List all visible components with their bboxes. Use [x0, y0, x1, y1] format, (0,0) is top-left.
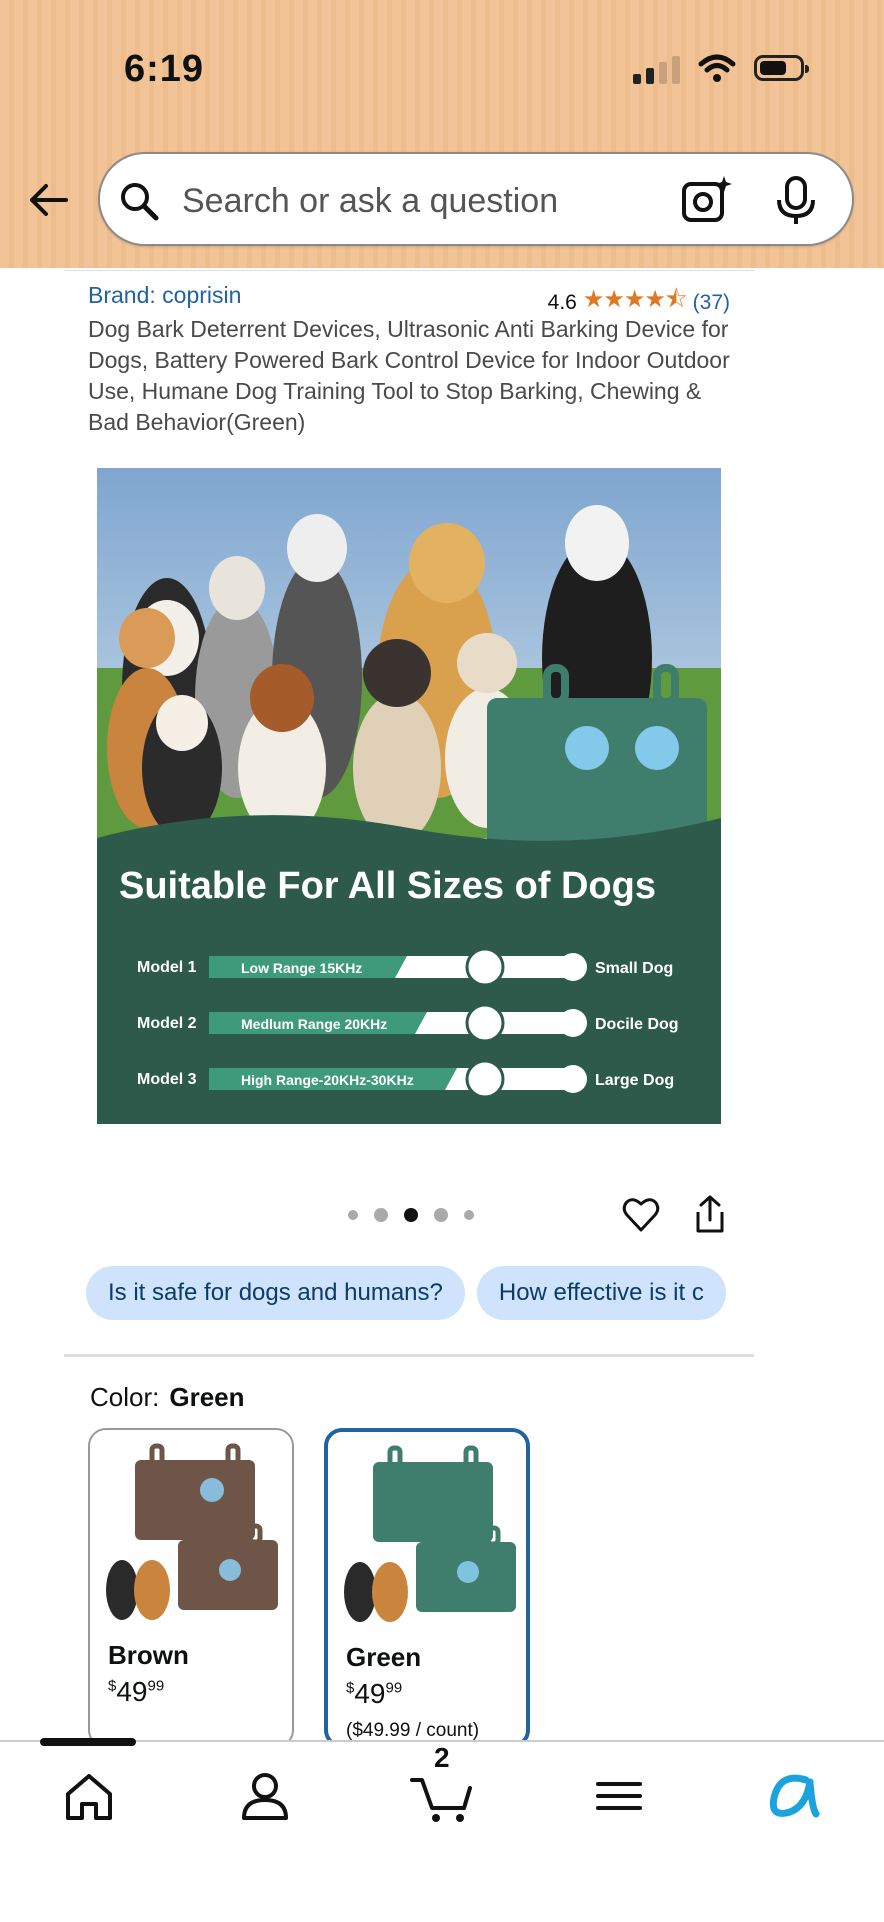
product-title: Dog Bark Deterrent Devices, Ultrasonic A… — [88, 316, 730, 435]
color-option-price: $4999 — [346, 1678, 403, 1709]
carousel-dot[interactable] — [348, 1210, 358, 1220]
image-headline: Suitable For All Sizes of Dogs — [119, 865, 656, 907]
product-image[interactable]: Suitable For All Sizes of Dogs Model 1 M… — [97, 468, 721, 1124]
color-option-green[interactable]: Green $4999 ($49.99 / count) — [324, 1428, 530, 1748]
model-3-size: Large Dog — [595, 1072, 674, 1089]
color-option-brown[interactable]: Brown $4999 — [88, 1428, 294, 1748]
carousel-dots[interactable] — [348, 1208, 474, 1222]
top-header: 6:19 Search or ask a question — [0, 0, 884, 268]
brown-product-thumbnail — [106, 1443, 278, 1620]
search-icon — [121, 183, 159, 221]
rufus-icon[interactable] — [766, 1768, 820, 1824]
color-option-name: Brown — [108, 1640, 189, 1670]
cart-icon[interactable] — [410, 1768, 474, 1824]
carousel-dot-active[interactable] — [404, 1208, 418, 1222]
question-chips: Is it safe for dogs and humans? How effec… — [86, 1266, 754, 1322]
battery-icon — [754, 55, 809, 81]
model-1-label: Model 1 — [137, 959, 197, 976]
search-bar[interactable]: Search or ask a question — [98, 152, 854, 246]
home-icon[interactable] — [62, 1768, 116, 1824]
menu-icon[interactable] — [592, 1768, 646, 1824]
back-arrow-icon[interactable] — [26, 178, 70, 222]
brand-link[interactable]: Brand: coprisin — [88, 282, 241, 309]
color-label: Color: Green — [90, 1382, 245, 1413]
rating-value: 4.6 — [547, 290, 577, 314]
microphone-icon[interactable] — [774, 176, 818, 226]
heart-icon[interactable] — [622, 1196, 660, 1234]
signal-icon — [633, 52, 680, 84]
status-icons — [633, 52, 809, 84]
model-2-label: Model 2 — [137, 1015, 197, 1032]
top-divider — [64, 270, 754, 271]
selected-color: Green — [169, 1382, 245, 1412]
home-indicator — [40, 1738, 136, 1746]
section-divider — [64, 1354, 754, 1357]
model-2-range: Medlum Range 20KHz — [241, 1016, 387, 1032]
green-product-thumbnail — [344, 1445, 516, 1622]
unit-price: ($49.99 / count) — [346, 1720, 480, 1741]
search-input[interactable]: Search or ask a question — [182, 182, 558, 221]
review-count[interactable]: (37) — [693, 291, 730, 315]
carousel-dot[interactable] — [434, 1208, 448, 1222]
carousel-dot[interactable] — [374, 1208, 388, 1222]
model-3-label: Model 3 — [137, 1071, 197, 1088]
color-option-name: Green — [346, 1642, 422, 1672]
model-2-size: Docile Dog — [595, 1016, 679, 1033]
color-label-text: Color: — [90, 1382, 160, 1412]
status-time: 6:19 — [124, 48, 205, 90]
wifi-icon — [698, 54, 736, 82]
color-option-price: $4999 — [108, 1676, 165, 1707]
model-1-range: Low Range 15KHz — [241, 960, 362, 976]
question-chip[interactable]: How effective is it c — [476, 1266, 726, 1320]
bottom-nav: 2 — [0, 1738, 884, 1922]
share-icon[interactable] — [692, 1194, 728, 1234]
account-icon[interactable] — [238, 1768, 292, 1824]
question-chip[interactable]: Is it safe for dogs and humans? — [86, 1266, 465, 1320]
model-1-size: Small Dog — [595, 960, 673, 977]
model-3-range: High Range-20KHz-30KHz — [241, 1072, 414, 1088]
camera-lens-icon[interactable] — [680, 174, 732, 226]
carousel-dot[interactable] — [464, 1210, 474, 1220]
